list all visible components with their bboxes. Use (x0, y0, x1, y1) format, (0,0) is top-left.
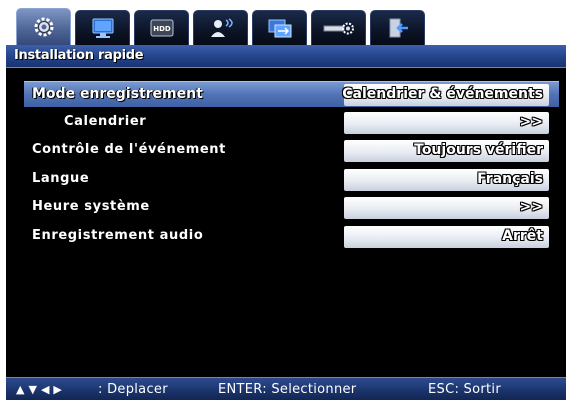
tab-bar: HDD (16, 8, 429, 45)
tab-users[interactable] (193, 10, 248, 45)
user-network-icon (210, 18, 233, 37)
arrow-left-icon: ◀ (40, 383, 50, 396)
exit-icon (389, 18, 408, 38)
setting-value-field[interactable]: >> (344, 112, 549, 134)
setting-value: Arrêt (502, 228, 543, 244)
setting-value-field[interactable]: Calendrier & événements (342, 84, 549, 106)
tab-storage[interactable]: HDD (134, 10, 189, 45)
setting-row-system-time[interactable]: Heure système >> (24, 195, 559, 221)
esc-hint: ESC: Sortir (428, 382, 501, 397)
setting-label: Contrôle de l'événement (32, 142, 226, 157)
gear-icon (34, 17, 53, 37)
arrow-up-icon: ▲ (16, 383, 25, 396)
setting-label: Mode enregistrement (32, 86, 203, 102)
title-bar: Installation rapide (6, 45, 566, 68)
setting-value-field[interactable]: >> (344, 197, 549, 219)
setting-value: >> (519, 199, 543, 215)
tab-network[interactable] (252, 10, 307, 45)
tab-device[interactable] (311, 10, 366, 45)
setting-row-language[interactable]: Langue Français (24, 167, 559, 193)
hdd-icon: HDD (150, 19, 173, 37)
setting-row-event-control[interactable]: Contrôle de l'événement Toujours vérifie… (24, 138, 559, 164)
menu-screen: Installation rapide Mode enregistrement … (6, 45, 566, 400)
tab-display[interactable] (75, 10, 130, 45)
setting-label: Calendrier (64, 114, 147, 129)
setting-row-audio-recording[interactable]: Enregistrement audio Arrêt (24, 224, 559, 250)
network-icon (268, 19, 291, 38)
setting-value-field[interactable]: Français (344, 169, 549, 191)
setting-row-recording-mode[interactable]: Mode enregistrement Calendrier & événeme… (24, 81, 559, 107)
setting-value: >> (519, 114, 543, 130)
setting-value: Toujours vérifier (414, 142, 543, 158)
monitor-icon (92, 18, 113, 38)
setting-row-calendar[interactable]: Calendrier >> (24, 110, 559, 136)
setting-label: Heure système (32, 199, 150, 214)
page-title: Installation rapide (14, 48, 144, 63)
enter-hint: ENTER: Selectionner (218, 382, 357, 397)
help-bar: ▲ ▼ ◀ ▶ : Deplacer ENTER: Selectionner E… (6, 377, 566, 400)
setting-label: Langue (32, 171, 90, 186)
setting-value: Français (477, 171, 543, 187)
setting-label: Enregistrement audio (32, 228, 204, 243)
setting-value-field[interactable]: Arrêt (344, 226, 549, 248)
device-settings-icon (323, 22, 354, 35)
move-hint: : Deplacer (98, 382, 168, 397)
tab-exit[interactable] (370, 10, 425, 45)
tab-system-settings[interactable] (16, 8, 71, 45)
arrow-down-icon: ▼ (28, 383, 37, 396)
setting-value-field[interactable]: Toujours vérifier (344, 140, 549, 162)
navigation-arrows: ▲ ▼ ◀ ▶ (16, 383, 66, 396)
setting-value: Calendrier & événements (342, 86, 543, 102)
arrow-right-icon: ▶ (53, 383, 62, 396)
hdd-label: HDD (153, 25, 171, 33)
